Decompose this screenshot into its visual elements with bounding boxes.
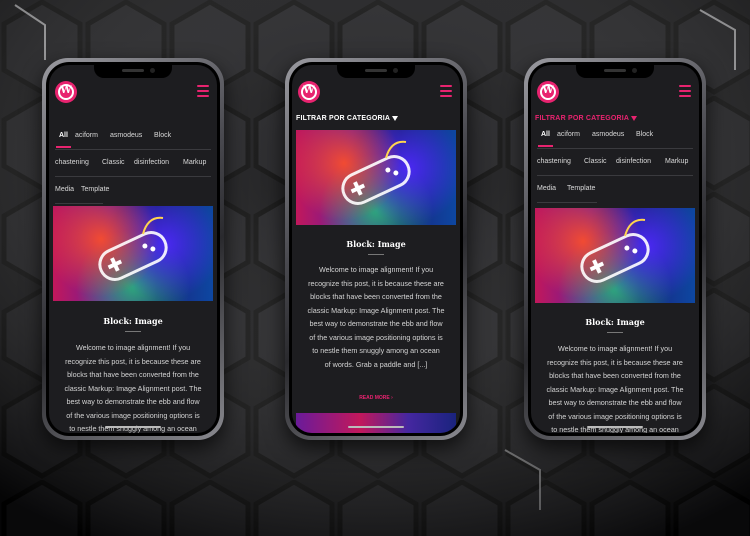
post-title[interactable]: Block: Image (292, 239, 460, 249)
home-indicator (105, 426, 161, 428)
tab-all[interactable]: All (538, 131, 553, 147)
phone-mockup-center: W FILTRAR POR CATEGORIA Block: Image Wel… (285, 58, 467, 440)
post-title[interactable]: Block: Image (49, 316, 217, 326)
post-excerpt: Welcome to image alignment! If you recogn… (546, 344, 684, 433)
tab-disinfection[interactable]: disinfection (616, 158, 651, 165)
read-more-link[interactable]: READ MORE › (292, 395, 460, 401)
notch (576, 65, 654, 78)
notch (94, 65, 172, 78)
tab-aciform[interactable]: aciform (75, 132, 98, 139)
title-separator (607, 332, 623, 333)
next-post-image[interactable] (296, 413, 456, 433)
wordpress-logo-icon[interactable]: W (537, 81, 559, 103)
post-excerpt: Welcome to image alignment! If you recogn… (64, 343, 202, 433)
game-controller-image (580, 218, 650, 283)
hamburger-menu-icon[interactable] (440, 85, 452, 100)
tab-chastening[interactable]: chastening (537, 158, 571, 165)
title-separator (368, 254, 384, 255)
home-indicator (348, 426, 404, 428)
tab-media[interactable]: Media (537, 185, 556, 192)
tab-classic[interactable]: Classic (102, 159, 125, 166)
title-separator (125, 331, 141, 332)
home-indicator (587, 426, 643, 428)
tab-chastening[interactable]: chastening (55, 159, 89, 166)
phone-mockup-right: W FILTRAR POR CATEGORIA All aciform asmo… (524, 58, 706, 440)
tab-markup[interactable]: Markup (183, 159, 206, 166)
post-excerpt: Welcome to image alignment! If you recogn… (307, 265, 445, 369)
tab-block[interactable]: Block (154, 132, 171, 139)
tab-block[interactable]: Block (636, 131, 653, 138)
post-title[interactable]: Block: Image (531, 317, 699, 327)
tab-aciform[interactable]: aciform (557, 131, 580, 138)
category-filter-toggle[interactable]: FILTRAR POR CATEGORIA (292, 115, 460, 122)
tab-media[interactable]: Media (55, 186, 74, 193)
category-tabs: All aciform asmodeus Block chastening Cl… (537, 124, 693, 205)
post-featured-image[interactable] (296, 130, 456, 225)
tab-template[interactable]: Template (567, 185, 595, 192)
category-tabs: All aciform asmodeus Block chastening Cl… (55, 125, 211, 206)
filter-funnel-icon (631, 115, 638, 121)
tab-disinfection[interactable]: disinfection (134, 159, 169, 166)
game-controller-image (98, 216, 168, 281)
tab-classic[interactable]: Classic (584, 158, 607, 165)
phone-screen: W FILTRAR POR CATEGORIA All aciform asmo… (531, 65, 699, 433)
phone-screen: W FILTRAR POR CATEGORIA Block: Image Wel… (292, 65, 460, 433)
wordpress-logo-icon[interactable]: W (55, 81, 77, 103)
tab-asmodeus[interactable]: asmodeus (110, 132, 142, 139)
post-featured-image[interactable] (535, 208, 695, 303)
tab-template[interactable]: Template (81, 186, 109, 193)
hamburger-menu-icon[interactable] (197, 85, 209, 100)
category-filter-toggle[interactable]: FILTRAR POR CATEGORIA (531, 115, 699, 122)
game-controller-image (341, 140, 411, 205)
tab-asmodeus[interactable]: asmodeus (592, 131, 624, 138)
filter-funnel-icon (392, 115, 399, 121)
tab-markup[interactable]: Markup (665, 158, 688, 165)
post-featured-image[interactable] (53, 206, 213, 301)
tab-all[interactable]: All (56, 132, 71, 148)
notch (337, 65, 415, 78)
hamburger-menu-icon[interactable] (679, 85, 691, 100)
phone-screen: W All aciform asmodeus Block chastening … (49, 65, 217, 433)
phone-mockup-left: W All aciform asmodeus Block chastening … (42, 58, 224, 440)
wordpress-logo-icon[interactable]: W (298, 81, 320, 103)
